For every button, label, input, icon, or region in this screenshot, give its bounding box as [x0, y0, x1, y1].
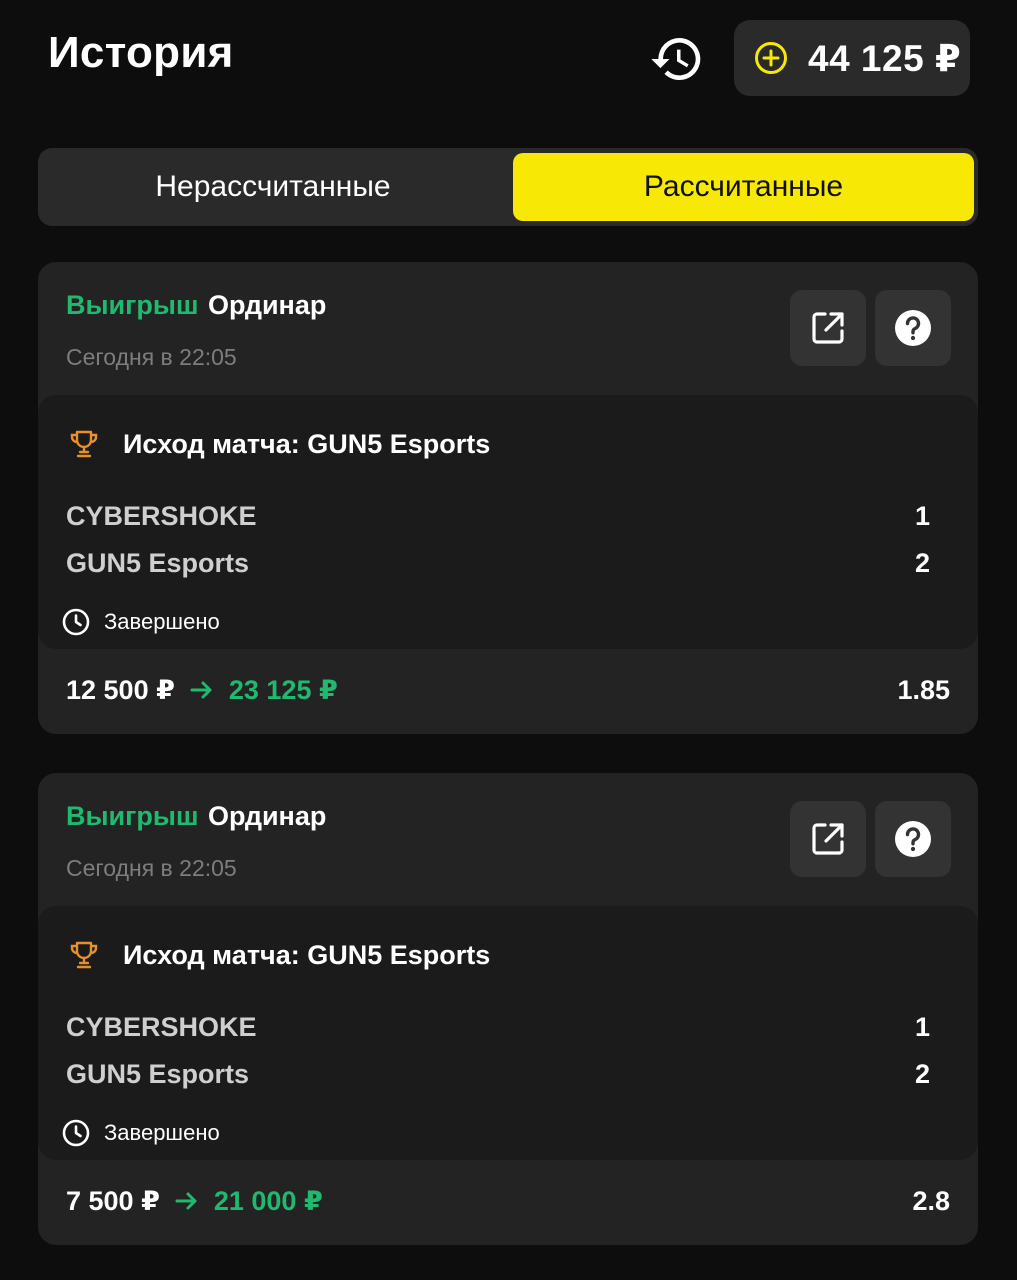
question-circle-icon: [895, 821, 931, 857]
balance-button[interactable]: 44 125 ₽: [734, 20, 970, 96]
bet-time: Сегодня в 22:05: [66, 855, 237, 881]
clock-icon: [62, 608, 90, 636]
help-button[interactable]: [875, 801, 951, 877]
payout-amount: 23 125 ₽: [228, 674, 338, 705]
trophy-icon: [70, 430, 98, 458]
question-circle-icon: [895, 310, 931, 346]
tab-unsettled[interactable]: Нерассчитанные: [43, 153, 503, 221]
bet-type: Ординар: [208, 290, 327, 320]
team-away: GUN5 Esports: [66, 1059, 250, 1089]
history-button[interactable]: [646, 28, 708, 90]
score-home: 1: [914, 1012, 930, 1042]
bet-odds: 1.85: [897, 674, 950, 705]
score-home: 1: [914, 501, 930, 531]
score-away: 2: [914, 1059, 930, 1089]
plus-circle-icon: [755, 42, 787, 74]
history-icon: [651, 38, 701, 80]
bet-time: Сегодня в 22:05: [66, 344, 237, 370]
match-state: Завершено: [62, 608, 220, 636]
share-button[interactable]: [790, 801, 866, 877]
bet-amounts: 7 500 ₽ 21 000 ₽ 2.8: [66, 1181, 950, 1221]
payout-amount: 21 000 ₽: [213, 1185, 323, 1216]
share-icon: [812, 312, 844, 344]
header: История 44 125 ₽: [0, 0, 1017, 120]
event-block[interactable]: Исход матча: GUN5 Esports CYBERSHOKE 1 G…: [38, 906, 978, 1160]
arrow-right-icon: [190, 681, 212, 699]
bet-status: Выигрыш: [66, 801, 199, 831]
bet-card: Выигрыш Ординар Сегодня в 22:05 Исход ма…: [38, 262, 978, 734]
team-home: CYBERSHOKE: [66, 501, 257, 531]
bet-type: Ординар: [208, 801, 327, 831]
team-home: CYBERSHOKE: [66, 1012, 257, 1042]
share-button[interactable]: [790, 290, 866, 366]
score-away: 2: [914, 548, 930, 578]
bet-card: Выигрыш Ординар Сегодня в 22:05 Исход ма…: [38, 773, 978, 1245]
match-state-text: Завершено: [104, 1120, 220, 1145]
bet-odds: 2.8: [912, 1185, 950, 1216]
market-label: Исход матча: GUN5 Esports: [123, 940, 491, 970]
help-button[interactable]: [875, 290, 951, 366]
stake-amount: 12 500 ₽: [66, 674, 175, 705]
bet-status: Выигрыш: [66, 290, 199, 320]
stake-amount: 7 500 ₽: [66, 1185, 160, 1216]
balance-amount: 44 125 ₽: [808, 37, 962, 79]
team-away: GUN5 Esports: [66, 548, 250, 578]
match-state: Завершено: [62, 1119, 220, 1147]
bet-tabs: Нерассчитанные Рассчитанные: [38, 148, 978, 226]
trophy-icon: [70, 941, 98, 969]
arrow-right-icon: [175, 1192, 197, 1210]
market-label: Исход матча: GUN5 Esports: [123, 429, 491, 459]
match-state-text: Завершено: [104, 609, 220, 634]
bet-amounts: 12 500 ₽ 23 125 ₽ 1.85: [66, 670, 950, 710]
tab-settled[interactable]: Рассчитанные: [513, 153, 974, 221]
share-icon: [812, 823, 844, 855]
page-title: История: [48, 28, 234, 77]
event-block[interactable]: Исход матча: GUN5 Esports CYBERSHOKE 1 G…: [38, 395, 978, 649]
clock-icon: [62, 1119, 90, 1147]
